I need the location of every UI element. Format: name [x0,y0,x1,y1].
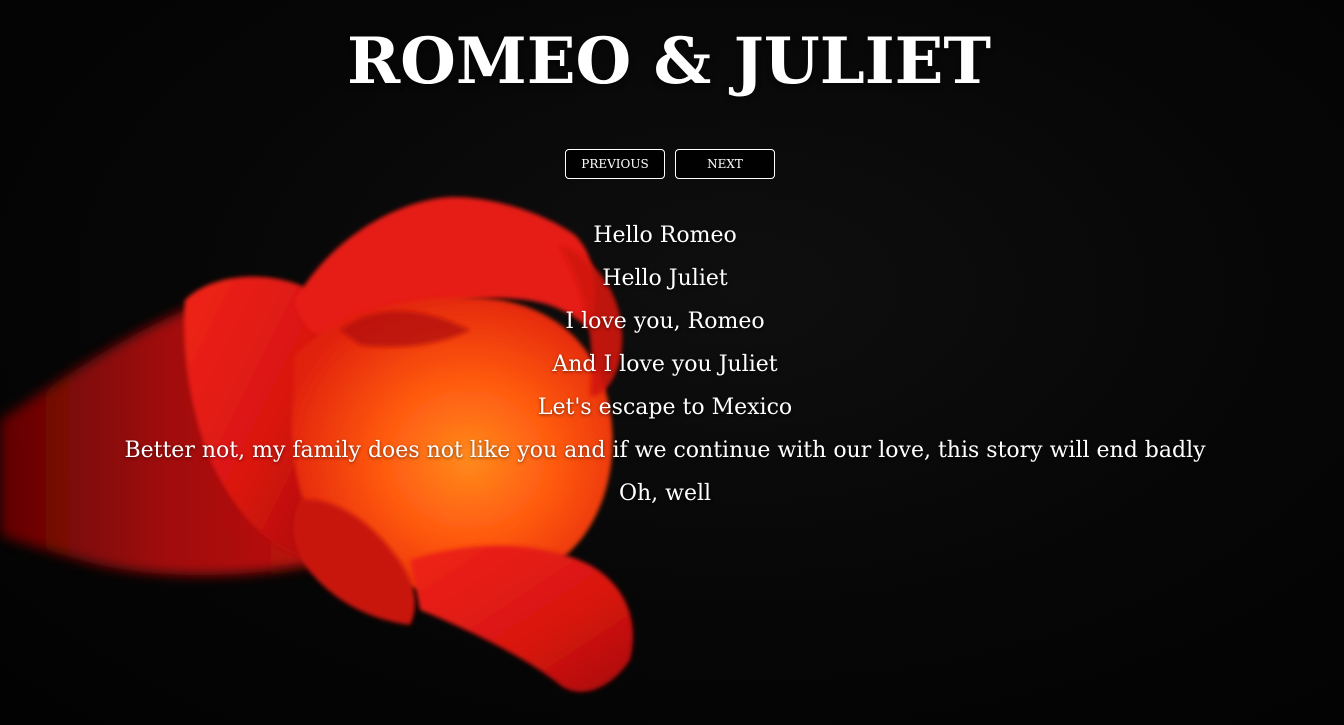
page-background: ROMEO & JULIET PREVIOUS NEXT Hello Romeo… [0,0,1344,725]
story-navigation: PREVIOUS NEXT [565,149,775,179]
dialog-line: I love you, Romeo [565,309,765,334]
dialog-line: And I love you Juliet [552,352,778,377]
next-button[interactable]: NEXT [675,149,775,179]
dialog-line: Better not, my family does not like you … [124,438,1206,463]
dialog-line: Oh, well [618,481,712,506]
dialog-line: Hello Juliet [602,266,728,291]
dialog-lines: Hello Romeo Hello Juliet I love you, Rom… [0,214,1330,515]
page-title: ROMEO & JULIET [346,24,992,99]
previous-button[interactable]: PREVIOUS [565,149,665,179]
dialog-line: Let's escape to Mexico [537,395,793,420]
dialog-line: Hello Romeo [593,223,737,248]
